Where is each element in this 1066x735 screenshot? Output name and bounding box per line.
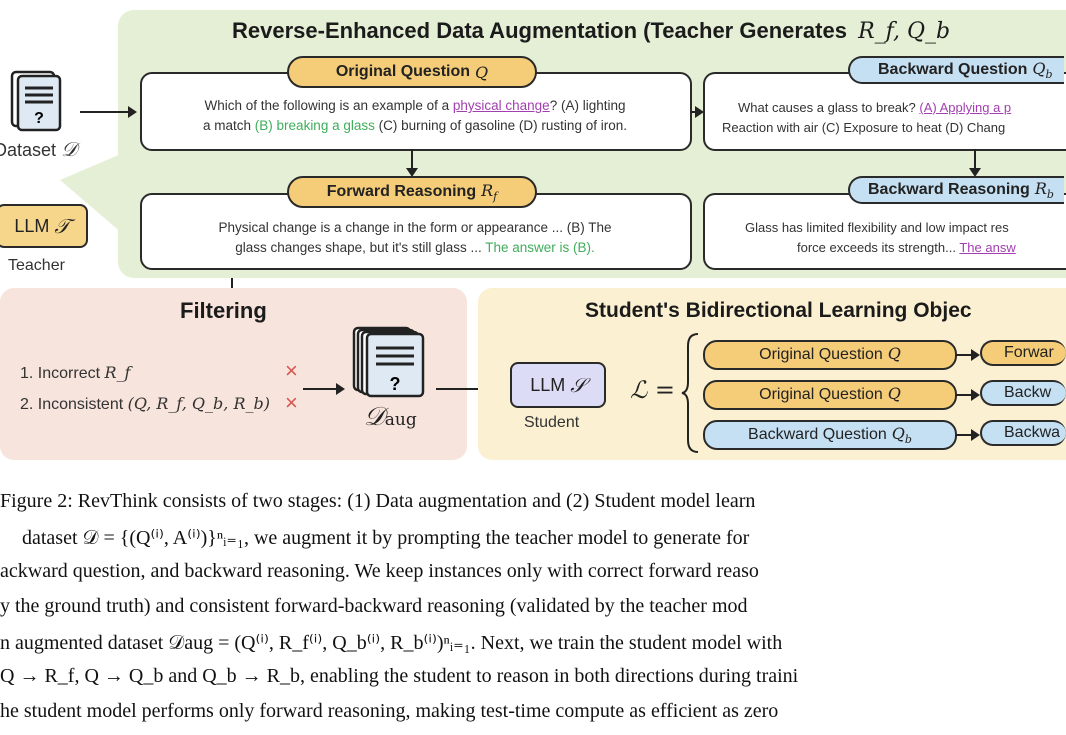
svg-text:?: ? <box>390 374 401 394</box>
original-question-pill: Original Question Q <box>287 56 537 88</box>
caption-line: dataset 𝒟 = {(Q⁽ⁱ⁾, A⁽ⁱ⁾)}ⁿᵢ₌₁, we augme… <box>22 527 750 549</box>
arrow-right <box>690 106 704 118</box>
original-question-text: Which of the following is an example of … <box>203 98 627 133</box>
arrow-right <box>303 383 345 395</box>
augmented-dataset-icon: ? <box>352 326 425 398</box>
caption-line: Figure 2: RevThink consists of two stage… <box>0 490 756 512</box>
objective-source-pill: Original Question Q <box>703 380 957 410</box>
augmentation-title: Reverse-Enhanced Data Augmentation (Teac… <box>232 18 951 44</box>
student-label: Student <box>524 414 580 431</box>
backward-reasoning-text: Glass has limited flexibility and low im… <box>745 220 1016 255</box>
backward-question-text: What causes a glass to break? (A) Applyi… <box>722 100 1012 135</box>
dataset-icon: ? <box>10 70 62 132</box>
objective-source-pill: Backward Question Qb <box>703 420 957 450</box>
arrow-right <box>956 349 980 361</box>
reject-x-icon: × <box>285 390 298 415</box>
svg-text:?: ? <box>34 110 44 127</box>
caption-line: he student model performs only forward r… <box>0 700 779 722</box>
arrow-right <box>80 106 137 118</box>
brace <box>681 333 699 453</box>
student-llm-box: LLM 𝒮 <box>510 362 606 408</box>
filter-item-1: 1. Incorrect R_f <box>20 363 131 382</box>
objective-source-pill: Original Question Q <box>703 340 957 370</box>
loss-symbol: ℒ = <box>630 376 676 404</box>
student-title: Student's Bidirectional Learning Objec <box>585 299 972 322</box>
reject-x-icon: × <box>285 358 298 383</box>
filtering-title: Filtering <box>180 298 267 323</box>
arrow-right <box>956 389 980 401</box>
dataset-label: Dataset 𝒟 <box>0 137 78 161</box>
filter-item-2: 2. Inconsistent (Q, R_f, Q_b, R_b) <box>20 394 270 413</box>
arrow-right <box>956 429 980 441</box>
augmented-dataset-label: 𝒟aug <box>364 402 417 432</box>
caption-line: n augmented dataset 𝒟aug = (Q⁽ⁱ⁾, R_f⁽ⁱ⁾… <box>0 632 783 654</box>
objective-target-pill: Backwa <box>980 420 1066 446</box>
arrow-down <box>969 149 981 177</box>
forward-reasoning-pill: Forward Reasoning Rf <box>287 176 537 208</box>
arrow-down <box>406 149 418 177</box>
objective-target-pill: Backw <box>980 380 1066 406</box>
caption-line: y the ground truth) and consistent forwa… <box>0 595 748 617</box>
backward-question-pill: Backward Question Qb <box>848 56 1064 84</box>
backward-reasoning-pill: Backward Reasoning Rb <box>848 176 1064 204</box>
teacher-llm-box: LLM 𝒯 <box>0 204 88 248</box>
caption-line: ackward question, and backward reasoning… <box>0 560 759 582</box>
forward-reasoning-text: Physical change is a change in the form … <box>218 220 612 255</box>
teacher-label: Teacher <box>8 257 65 274</box>
objective-target-pill: Forwar <box>980 340 1066 366</box>
caption-line: Q → R_f, Q → Q_b and Q_b → R_b, enabling… <box>0 665 799 687</box>
